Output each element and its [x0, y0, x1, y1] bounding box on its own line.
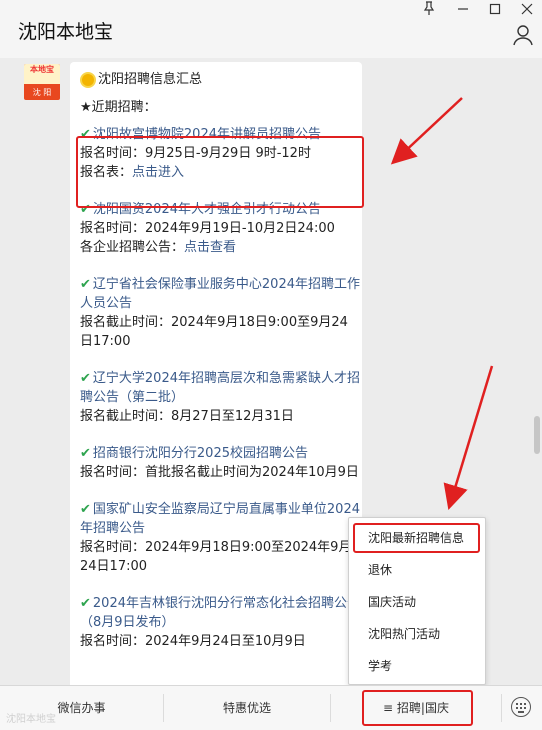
list-item: ✔ 沈阳国资2024年人才强企引才行动公告 报名时间：2024年9月19日-10月…: [80, 200, 360, 257]
item-extra-label: 各企业招聘公告：: [80, 240, 185, 255]
item-title-link[interactable]: ✔ 招商银行沈阳分行2025校园招聘公告: [80, 444, 360, 463]
item-title: 辽宁大学2024年招聘高层次和急需紧缺人才招聘公告（第二批）: [80, 371, 360, 405]
item-time: 报名时间：首批报名截止时间为2024年10月9日: [80, 465, 359, 480]
keyboard-icon[interactable]: [511, 697, 531, 717]
scrollbar-thumb[interactable]: [534, 416, 540, 454]
user-icon[interactable]: [512, 24, 536, 48]
highlight-box-bottom-tab: [362, 690, 473, 726]
maximize-icon[interactable]: [484, 1, 506, 21]
item-title: 2024年吉林银行沈阳分行常态化社会招聘公告（8月9日发布）: [80, 596, 360, 630]
item-extra-link[interactable]: 点击查看: [184, 240, 236, 255]
title-bar: 沈阳本地宝: [0, 0, 542, 58]
item-time: 报名截止时间：2024年9月18日9:00至9月24日17:00: [80, 315, 348, 349]
arrow-to-first-item: [390, 97, 463, 165]
avatar-logo-text: 本地宝: [24, 64, 60, 84]
check-icon: ✔: [80, 371, 91, 386]
item-title-link[interactable]: ✔ 2024年吉林银行沈阳分行常态化社会招聘公告（8月9日发布）: [80, 594, 360, 632]
item-title-link[interactable]: ✔ 辽宁省社会保险事业服务中心2024年招聘工作人员公告: [80, 275, 360, 313]
highlight-box-first-item: [76, 136, 364, 208]
menu-item-latest-jobs[interactable]: 沈阳最新招聘信息: [349, 522, 485, 554]
item-title: 辽宁省社会保险事业服务中心2024年招聘工作人员公告: [80, 277, 360, 311]
list-item: ✔ 辽宁大学2024年招聘高层次和急需紧缺人才招聘公告（第二批） 报名截止时间：8…: [80, 369, 360, 426]
arrow-to-popup-menu: [443, 365, 494, 510]
item-time: 报名截止时间：8月27日至12月31日: [80, 409, 294, 424]
close-icon[interactable]: [516, 1, 538, 21]
message-header: 沈阳招聘信息汇总: [80, 70, 360, 89]
minimize-icon[interactable]: [452, 1, 474, 21]
avatar-city-text: 沈 阳: [32, 88, 52, 97]
check-icon: ✔: [80, 502, 91, 517]
check-icon: ✔: [80, 277, 91, 292]
item-time: 报名时间：2024年9月18日9:00至2024年9月24日17:00: [80, 540, 352, 574]
window-title: 沈阳本地宝: [18, 21, 114, 43]
menu-item-retirement[interactable]: 退休: [349, 554, 485, 586]
popup-menu: 沈阳最新招聘信息 退休 国庆活动 沈阳热门活动 学考: [348, 517, 486, 685]
message-header-text: 沈阳招聘信息汇总: [98, 72, 203, 87]
list-item: ✔ 招商银行沈阳分行2025校园招聘公告 报名时间：首批报名截止时间为2024年1…: [80, 444, 360, 482]
menu-item-national-day[interactable]: 国庆活动: [349, 586, 485, 618]
item-title-link[interactable]: ✔ 国家矿山安全监察局辽宁局直属事业单位2024年招聘公告: [80, 500, 360, 538]
pin-icon[interactable]: [418, 1, 440, 21]
sun-icon: [82, 73, 94, 86]
watermark: 沈阳本地宝: [6, 714, 56, 725]
list-item: ✔ 2024年吉林银行沈阳分行常态化社会招聘公告（8月9日发布） 报名时间：202…: [80, 594, 360, 651]
item-title: 招商银行沈阳分行2025校园招聘公告: [92, 446, 308, 461]
list-item: ✔ 国家矿山安全监察局辽宁局直属事业单位2024年招聘公告 报名时间：2024年9…: [80, 500, 360, 576]
recent-label: ★近期招聘：: [80, 100, 157, 115]
list-item: ✔ 辽宁省社会保险事业服务中心2024年招聘工作人员公告 报名截止时间：2024年…: [80, 275, 360, 351]
check-icon: ✔: [80, 446, 91, 461]
menu-item-hot-events[interactable]: 沈阳热门活动: [349, 618, 485, 650]
menu-item-exams[interactable]: 学考: [349, 650, 485, 682]
item-time: 报名时间：2024年9月24日至10月9日: [80, 634, 306, 649]
check-icon: ✔: [80, 596, 91, 611]
item-title: 国家矿山安全监察局辽宁局直属事业单位2024年招聘公告: [80, 502, 360, 536]
divider: [501, 694, 502, 722]
avatar[interactable]: 本地宝 沈 阳: [24, 64, 60, 100]
item-time: 报名时间：2024年9月19日-10月2日24:00: [80, 221, 335, 236]
tab-special-offers[interactable]: 特惠优选: [164, 686, 330, 730]
item-title-link[interactable]: ✔ 辽宁大学2024年招聘高层次和急需紧缺人才招聘公告（第二批）: [80, 369, 360, 407]
